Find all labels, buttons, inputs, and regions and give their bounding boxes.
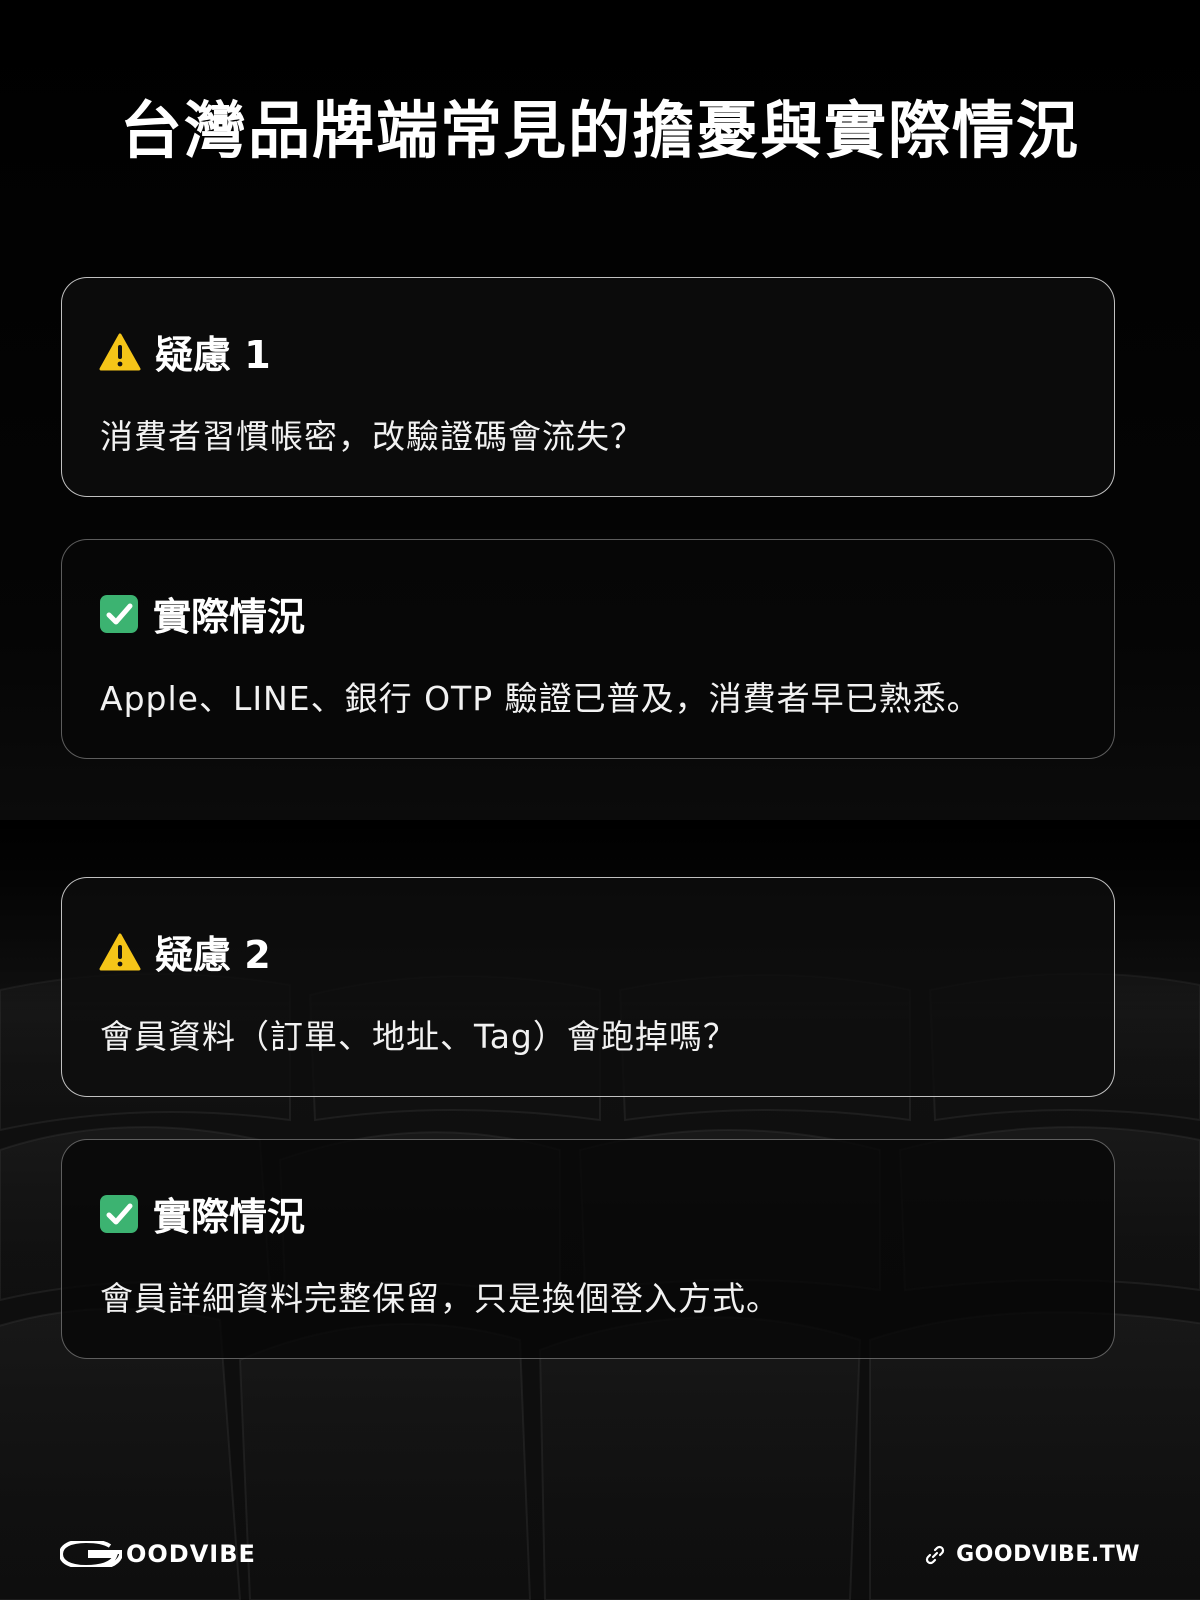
card-heading: 實際情況 — [99, 586, 305, 641]
solution-card-2: 實際情況 會員詳細資料完整保留，只是換個登入方式。 — [61, 1139, 1115, 1359]
card-heading-label: 疑慮 2 — [155, 933, 271, 977]
brand-logo: OODVIBE — [60, 1540, 256, 1568]
card-heading-label: 實際情況 — [153, 1195, 306, 1239]
card-body-text: 會員詳細資料完整保留，只是換個登入方式。 — [100, 1279, 780, 1318]
link-icon — [926, 1545, 945, 1564]
logo-text: OODVIBE — [126, 1540, 256, 1568]
card-heading: 實際情況 — [99, 1186, 305, 1241]
card-heading: 疑慮 2 — [99, 924, 271, 979]
page: 台灣品牌端常見的擔憂與實際情況 疑慮 1 消費者習慣帳密，改驗證碼會流失？ 實際… — [0, 0, 1200, 1600]
warning-icon — [99, 933, 141, 970]
check-icon — [100, 594, 138, 633]
site-url[interactable]: GOODVIBE.TW — [956, 1542, 1140, 1567]
card-heading: 疑慮 1 — [99, 324, 271, 379]
page-title: 台灣品牌端常見的擔憂與實際情況 — [119, 94, 1080, 167]
card-body-text: 會員資料（訂單、地址、Tag）會跑掉嗎？ — [100, 1017, 737, 1056]
site-link[interactable]: GOODVIBE.TW — [924, 1542, 1140, 1567]
logo-g-mark — [60, 1541, 122, 1567]
check-icon — [100, 1194, 138, 1233]
card-heading-label: 疑慮 1 — [155, 333, 271, 377]
concern-card-1: 疑慮 1 消費者習慣帳密，改驗證碼會流失？ — [61, 277, 1115, 497]
warning-icon — [99, 333, 141, 370]
solution-card-1: 實際情況 Apple、LINE、銀行 OTP 驗證已普及，消費者早已熟悉。 — [61, 539, 1115, 759]
concern-card-2: 疑慮 2 會員資料（訂單、地址、Tag）會跑掉嗎？ — [61, 877, 1115, 1097]
card-body-text: Apple、LINE、銀行 OTP 驗證已普及，消費者早已熟悉。 — [100, 679, 981, 718]
card-heading-label: 實際情況 — [153, 595, 306, 639]
card-body-text: 消費者習慣帳密，改驗證碼會流失？ — [100, 417, 644, 456]
